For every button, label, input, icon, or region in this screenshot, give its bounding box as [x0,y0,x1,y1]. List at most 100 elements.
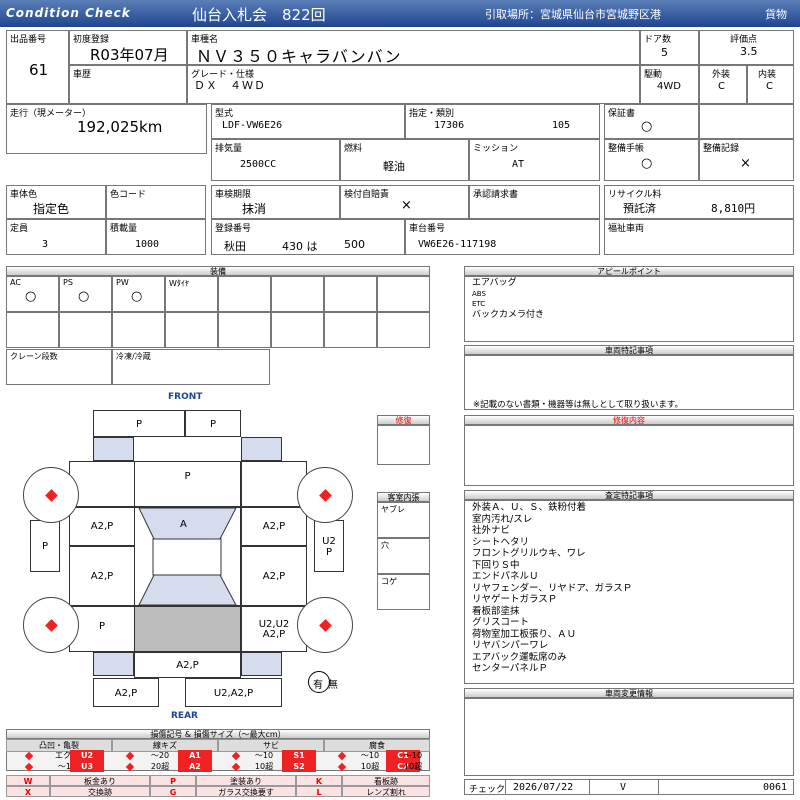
plate-box: 登録番号 秋田 430 は 500 [211,219,405,255]
equip-crane-label: クレーン段数 [10,352,58,361]
cell-text: U2,A2,P [213,688,254,699]
legend-cell: S2 [282,761,316,772]
equip-cell [324,276,377,312]
front-bumper-left: P [93,410,185,437]
approval-box: 承認請求書 [469,185,600,219]
inspect-list: 外装Ａ、Ｕ、Ｓ、鉄粉付着 室内汚れ/スレ 社外ナビ シートヘタリ フロントグリルウキ、ワ… [472,502,632,675]
side-panel-right: U2 P [314,520,344,572]
equip-cell [112,312,165,348]
color-code-label: 色コード [110,190,147,200]
legend-cell: 10超 [254,762,274,771]
appeal-item: バックカメラ付き [472,309,545,320]
equip-freezer: 冷凍/冷蔵 [112,349,270,385]
transmission: AT [512,159,525,170]
equipment-title: 装備 [6,266,430,276]
cell-text: A2,P [262,521,286,532]
tire-front-left [23,467,79,523]
legend-code: ガラス交換要す [196,786,296,797]
model: LDF-VW6E26 [222,120,283,131]
check-label: チェック [469,785,506,795]
equip-cell [6,312,59,348]
notes-box: ※記載のない書類・機器等は無しとして取り扱います。 [464,355,794,410]
plate-label: 登録番号 [215,224,252,234]
headlight-left [93,437,134,461]
check-code: V [620,782,627,793]
inspect-item: リヤゲートガラスＰ [472,594,558,605]
auction-title: 仙台入札会 822回 [192,6,326,24]
recycle-fee: 8,810円 [711,202,756,215]
equip-ac: AC ○ [6,276,59,312]
front-bumper-right: P [185,410,241,437]
legend-cell: S1 [282,750,316,761]
legend-cell: A1 [178,750,212,761]
equip-pw: PW ○ [112,276,165,312]
lot-number-box: 出品番号 61 [6,30,69,104]
fuel-label: 燃料 [344,144,363,154]
tire-rear-right [297,597,353,653]
equip-cell [377,276,430,312]
pickup-location: 引取場所：宮城県仙台市宮城野区港 [485,8,661,21]
taillight-right [241,652,282,676]
first-registration: R03年07月 [90,46,169,64]
load-label: 積載量 [110,224,138,234]
repair-label: 修復 [377,415,430,425]
category-no: 105 [552,120,571,131]
appeal-item: エアバッグ [472,278,517,288]
designation-no: 17306 [434,120,465,131]
equip-cell [271,276,324,312]
service-record: × [740,156,751,171]
equip-crane: クレーン段数 [6,349,112,385]
legend-cell: U2 [70,750,104,761]
cabin-burn-label: コゲ [381,577,397,586]
header-bar: Condition Check 仙台入札会 822回 引取場所：宮城県仙台市宮城… [0,0,800,27]
side-panel-left: P [30,520,60,572]
drive: 4WD [657,81,681,92]
cabin-hole: 穴 [377,538,430,574]
warranty-box: 保証書 ○ [604,104,699,139]
inspection-label: 車検期限 [215,190,252,200]
front-door-left: A2,P [69,507,135,546]
appeal-title: アピールポイント [464,266,794,276]
service-record-label: 整備記録 [703,144,740,154]
load-capacity: 1000 [135,239,160,250]
model-label: 型式 [215,109,234,119]
legend-code: X [6,786,50,797]
appeal-item: ETC [472,300,486,308]
lot-number: 61 [29,61,49,79]
equip-wtire-label: Wﾀｲﾔ [169,279,189,288]
chassis-label: 車台番号 [409,224,446,234]
cell-text: A2,P [176,660,199,671]
history-box: 車歴 [69,65,187,104]
legend-code: L [296,786,342,797]
displacement-box: 排気量 2500CC [211,139,340,181]
taillight-left [93,652,134,676]
approval-label: 承認請求書 [473,190,519,200]
cell-text: P [41,541,49,552]
inspect-box: 外装Ａ、Ｕ、Ｓ、鉄粉付着 室内汚れ/スレ 社外ナビ シートヘタリ フロントグリルウキ、ワ… [464,500,794,684]
equip-cell [59,312,112,348]
tire-front-right [297,467,353,523]
capacity-box: 定員 3 [6,219,106,255]
color-code-box: 色コード [106,185,206,219]
legend-cell: 20超 [150,762,170,771]
equip-pw-value: ○ [131,289,143,304]
roof-panel [152,538,222,576]
plate-number: 500 [344,238,365,251]
front-label: FRONT [168,392,203,402]
brand-title: Condition Check [6,6,131,20]
welfare-label: 福祉車両 [608,224,645,234]
legend-cell: 〜10 [360,751,380,760]
cabin-tear-label: ヤブレ [381,505,405,514]
welfare-box: 福祉車両 [604,219,794,255]
displacement: 2500CC [240,159,277,170]
designation-label: 指定・類別 [409,109,455,119]
divider [505,780,506,794]
notes-title: 車両特記事項 [464,345,794,355]
equip-cell [324,312,377,348]
body-color-label: 車体色 [10,190,38,200]
equip-cell [271,312,324,348]
drive-box: 駆動 4WD [640,65,699,104]
cell-text: A2,P [90,571,114,582]
cell-text: A2,P [90,521,114,532]
rear-glass [138,574,237,606]
